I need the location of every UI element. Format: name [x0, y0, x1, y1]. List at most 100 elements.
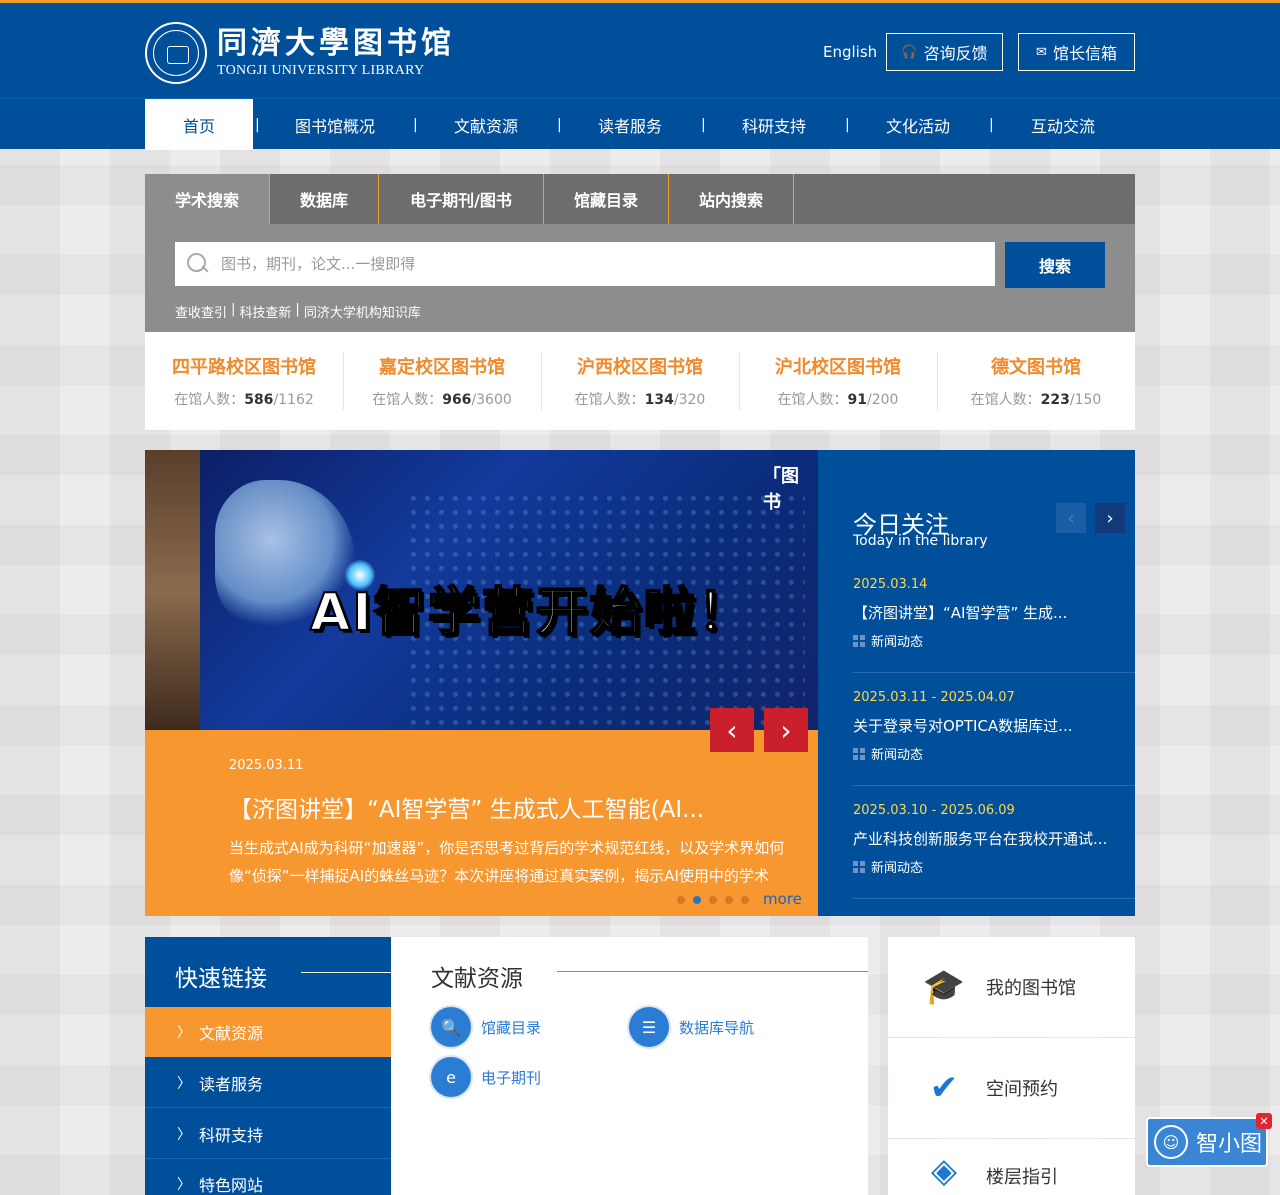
focus-news-date: 2025.03.10 - 2025.06.09 — [853, 803, 1015, 818]
search-input[interactable] — [221, 255, 961, 273]
resource-link-ejournal[interactable]: e 电子期刊 — [431, 1057, 541, 1097]
carousel-description: 当生成式AI成为科研“加速器”，你是否思考过背后的学术规范红线，以及学术界如何 … — [229, 834, 818, 890]
resource-link-label: 数据库导航 — [679, 1018, 755, 1037]
carousel-banner-image[interactable]: AI智学营开始啦！ 「图 书 — [145, 450, 818, 730]
card-my-library[interactable]: 🎓 我的图书馆 — [888, 937, 1135, 1037]
chevron-right-icon: 〉 — [177, 1025, 191, 1041]
quick-link-research-support[interactable]: 〉科研支持 — [145, 1109, 391, 1159]
nav-item-overview[interactable]: 图书馆概况 — [257, 99, 413, 150]
quick-link-label: 科研支持 — [199, 1125, 264, 1145]
occupancy-current: 134 — [644, 392, 674, 408]
carousel-dot[interactable] — [677, 896, 685, 904]
carousel-next-button[interactable]: › — [764, 708, 808, 752]
nav-item-research-support[interactable]: 科研支持 — [703, 99, 845, 150]
catalog-search-icon: 🔍 — [431, 1007, 471, 1047]
resource-link-database-nav[interactable]: ☰ 数据库导航 — [629, 1007, 754, 1047]
university-seal-icon — [145, 22, 207, 84]
focus-news-item[interactable]: 2025.03.11 - 2025.04.07 关于登录号对OPTICA数据库过… — [853, 674, 1135, 786]
search-field-wrapper — [175, 242, 995, 286]
top-accent-line — [0, 0, 1280, 3]
assistant-label: 智小图 — [1196, 1132, 1263, 1157]
quick-links-panel: 快速链接 〉文献资源 〉读者服务 〉科研支持 〉特色网站 — [145, 937, 415, 1195]
carousel-dot[interactable] — [709, 896, 717, 904]
tab-academic-search[interactable]: 学术搜索 — [145, 174, 270, 224]
card-space-booking[interactable]: ✔ 空间预约 — [888, 1038, 1135, 1138]
occupancy-current: 223 — [1040, 392, 1070, 408]
link-institutional-repository[interactable]: 同济大学机构知识库 — [304, 302, 421, 321]
focus-news-item[interactable]: 2025.03.14 【济图讲堂】“AI智学营” 生成... 新闻动态 — [853, 561, 1135, 673]
quick-link-label: 文献资源 — [199, 1024, 264, 1043]
nav-item-reader-services[interactable]: 读者服务 — [559, 99, 701, 150]
focus-prev-button[interactable]: ‹ — [1056, 503, 1086, 533]
carousel-prev-button[interactable]: ‹ — [710, 708, 754, 752]
branch-stat: 在馆人数：586/1162 — [174, 389, 314, 409]
tab-site-search[interactable]: 站内搜索 — [669, 174, 794, 224]
quick-link-label: 特色网站 — [199, 1175, 264, 1195]
link-novelty-search[interactable]: 科技查新 — [239, 302, 291, 321]
carousel-pagination — [677, 896, 749, 904]
occupancy-capacity: /200 — [867, 392, 899, 408]
grid-icon — [853, 860, 865, 873]
director-mailbox-button[interactable]: ✉ 馆长信箱 — [1018, 33, 1135, 71]
branch-card[interactable]: 沪北校区图书馆 在馆人数：91/200 — [739, 332, 937, 430]
branch-card[interactable]: 沪西校区图书馆 在馆人数：134/320 — [541, 332, 739, 430]
focus-news-item[interactable]: 2025.03.10 - 2025.06.09 产业科技创新服务平台在我校开通试… — [853, 787, 1135, 899]
nav-item-cultural-activities[interactable]: 文化活动 — [847, 99, 989, 150]
resource-link-label: 电子期刊 — [481, 1068, 542, 1087]
quick-link-featured-sites[interactable]: 〉特色网站 — [145, 1159, 391, 1195]
quick-link-reader-services[interactable]: 〉读者服务 — [145, 1058, 391, 1108]
focus-next-button[interactable]: › — [1095, 503, 1125, 533]
library-logo[interactable]: 同濟大學图书馆 TONGJI UNIVERSITY LIBRARY — [145, 22, 455, 84]
occupancy-label: 在馆人数： — [970, 392, 1041, 408]
tab-ejournal-ebook[interactable]: 电子期刊/图书 — [379, 174, 544, 224]
card-label: 楼层指引 — [986, 1167, 1058, 1188]
branch-stat: 在馆人数：91/200 — [778, 389, 899, 409]
link-citation-check[interactable]: 查收查引 — [175, 302, 227, 321]
carousel-dot[interactable] — [741, 896, 749, 904]
carousel-dot[interactable] — [693, 896, 701, 904]
nav-item-resources[interactable]: 文献资源 — [415, 99, 557, 150]
news-carousel: AI智学营开始啦！ 「图 书 ‹ › 2025.03.11 【济图讲堂】“AI智… — [145, 450, 818, 916]
branch-card[interactable]: 嘉定校区图书馆 在馆人数：966/3600 — [343, 332, 541, 430]
carousel-more-link[interactable]: more — [763, 890, 802, 908]
logo-text: 同濟大學图书馆 TONGJI UNIVERSITY LIBRARY — [217, 26, 455, 80]
close-icon[interactable]: ✕ — [1256, 1113, 1272, 1129]
focus-news-category: 新闻动态 — [853, 857, 1135, 876]
search-tabs: 学术搜索 数据库 电子期刊/图书 馆藏目录 站内搜索 — [145, 174, 1135, 224]
english-link[interactable]: English — [823, 43, 877, 61]
quick-link-resources[interactable]: 〉文献资源 — [145, 1007, 415, 1057]
grid-icon — [853, 747, 865, 760]
banner-badge: 「图 书 — [763, 466, 799, 513]
graduation-cap-icon: 🎓 — [922, 967, 966, 1007]
carousel-dot[interactable] — [725, 896, 733, 904]
focus-subtitle: Today in the library — [853, 533, 988, 549]
ai-assistant-widget[interactable]: ☺ 智小图 ✕ — [1146, 1113, 1272, 1167]
logo-cn-title: 同濟大學图书馆 — [217, 26, 455, 61]
carousel-title[interactable]: 【济图讲堂】“AI智学营” 生成式人工智能(AI... — [229, 790, 704, 824]
consult-feedback-label: 咨询反馈 — [923, 44, 988, 63]
seat-check-icon: ✔ — [929, 1068, 959, 1108]
resource-link-catalog[interactable]: 🔍 馆藏目录 — [431, 1007, 541, 1047]
occupancy-label: 在馆人数： — [372, 392, 443, 408]
link-separator: | — [295, 302, 300, 317]
branch-card[interactable]: 四平路校区图书馆 在馆人数：586/1162 — [145, 332, 343, 430]
card-floor-guide[interactable]: ◈ 楼层指引 — [888, 1139, 1135, 1195]
mail-icon: ✉ — [1036, 44, 1047, 60]
branch-card[interactable]: 德文图书馆 在馆人数：223/150 — [937, 332, 1135, 430]
focus-news-category: 新闻动态 — [853, 744, 1135, 763]
quick-links-title: 快速链接 — [175, 966, 267, 992]
tab-database[interactable]: 数据库 — [270, 174, 379, 224]
nav-item-interaction[interactable]: 互动交流 — [991, 99, 1135, 150]
search-button[interactable]: 搜索 — [1005, 242, 1105, 288]
resources-title: 文献资源 — [431, 966, 523, 992]
consult-feedback-button[interactable]: 🎧 咨询反馈 — [886, 33, 1003, 71]
focus-news-title: 关于登录号对OPTICA数据库过... — [853, 717, 1073, 735]
branch-name: 德文图书馆 — [991, 357, 1081, 378]
tab-catalog[interactable]: 馆藏目录 — [544, 174, 669, 224]
nav-item-home[interactable]: 首页 — [145, 99, 253, 150]
carousel-desc-line: 当生成式AI成为科研“加速器”，你是否思考过背后的学术规范红线，以及学术界如何 — [229, 839, 785, 857]
focus-news-date: 2025.03.14 — [853, 577, 928, 592]
grid-icon — [853, 634, 865, 647]
chat-bot-icon: ☺ — [1154, 1125, 1188, 1159]
branch-name: 嘉定校区图书馆 — [379, 357, 505, 378]
